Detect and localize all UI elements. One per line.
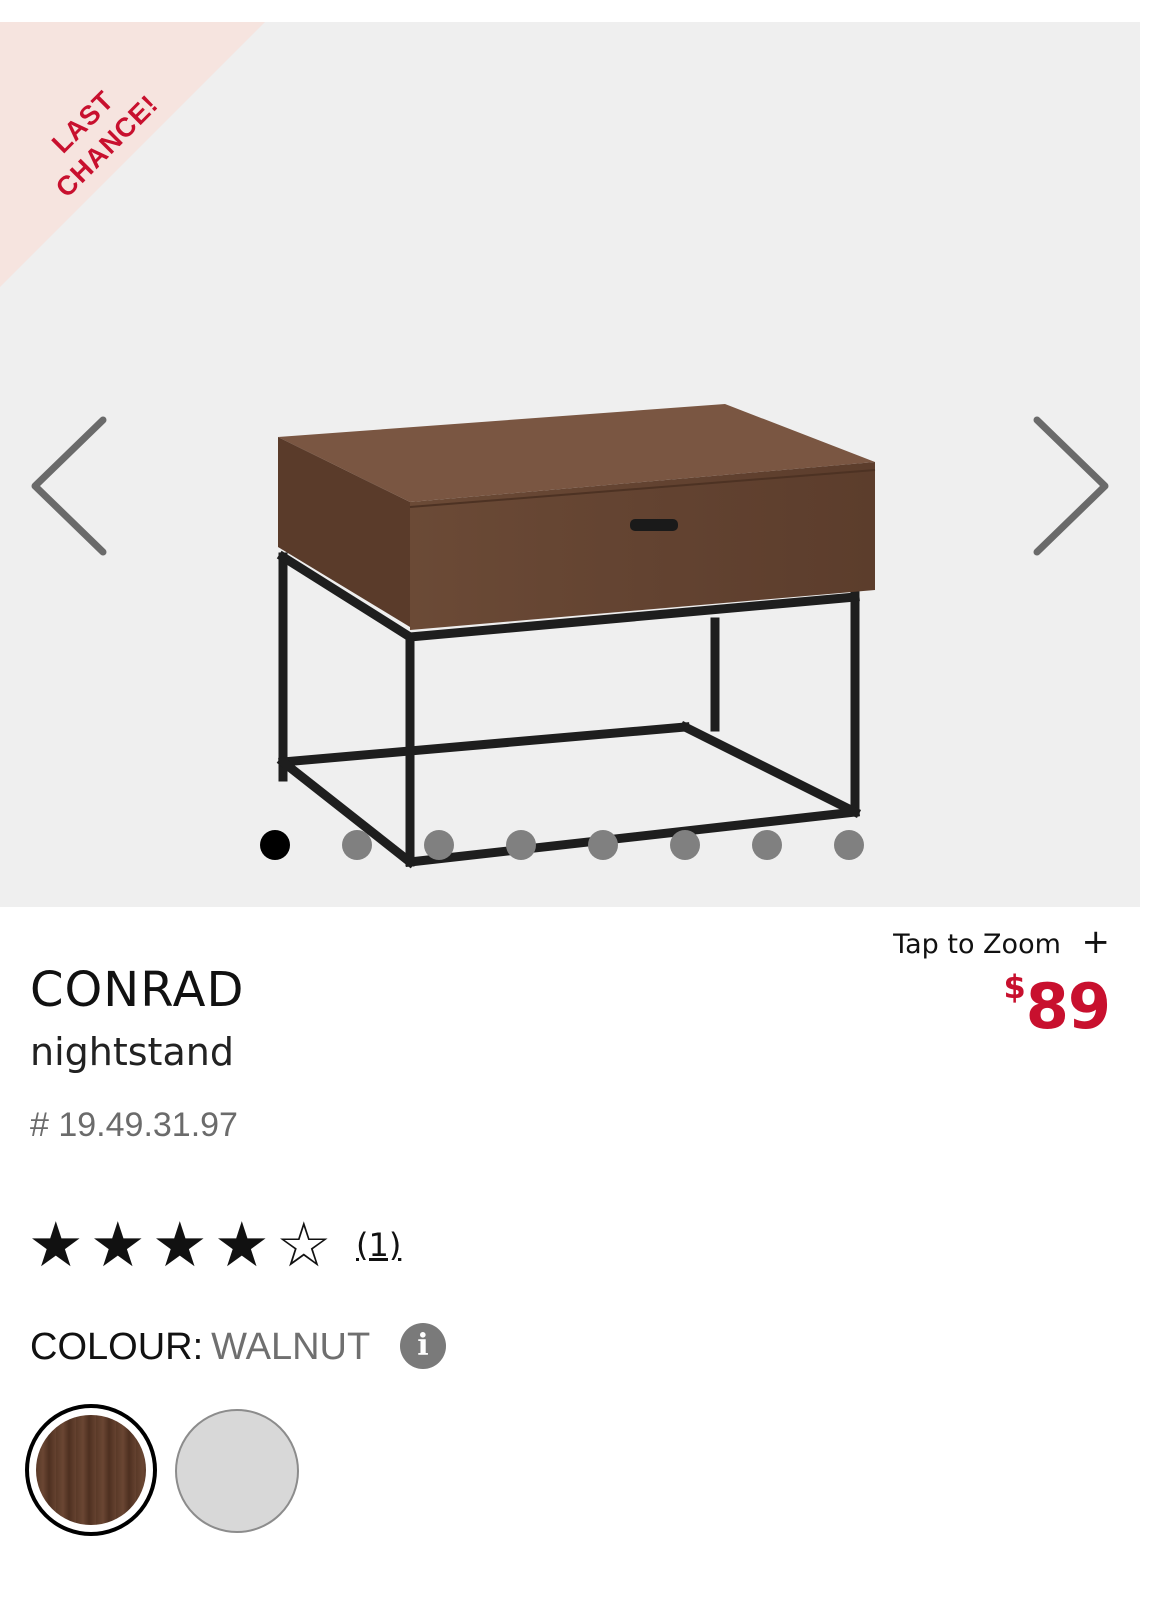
product-type: nightstand	[30, 1030, 234, 1074]
colour-selection: COLOUR: WALNUT	[30, 1326, 370, 1369]
tap-to-zoom-button[interactable]: Tap to Zoom +	[870, 922, 1110, 962]
swatch-walnut[interactable]	[25, 1404, 157, 1536]
price-currency: $	[1003, 968, 1026, 1006]
review-count-link[interactable]: (1)	[356, 1226, 401, 1264]
star-filled-icon: ★	[90, 1208, 146, 1281]
pagination-dot[interactable]	[424, 830, 454, 860]
pagination-dot[interactable]	[834, 830, 864, 860]
product-name: CONRAD	[30, 962, 245, 1018]
tap-to-zoom-label: Tap to Zoom	[893, 929, 1061, 960]
next-image-arrow-icon[interactable]	[1025, 414, 1115, 564]
swatch-grey[interactable]	[175, 1409, 299, 1533]
star-filled-icon: ★	[28, 1208, 84, 1281]
pagination-dot[interactable]	[670, 830, 700, 860]
pagination-dot[interactable]	[260, 830, 290, 860]
star-filled-icon: ★	[214, 1208, 270, 1281]
pagination-dot[interactable]	[342, 830, 372, 860]
info-icon[interactable]: i	[400, 1323, 446, 1369]
product-image-nightstand[interactable]	[265, 382, 905, 872]
pagination-dot[interactable]	[506, 830, 536, 860]
price-amount: 89	[1025, 970, 1111, 1043]
star-empty-icon: ☆	[276, 1208, 332, 1281]
colour-label: COLOUR:	[30, 1326, 204, 1368]
image-pagination-dots	[0, 830, 1140, 862]
colour-selected-value: WALNUT	[211, 1326, 371, 1368]
plus-icon: +	[1081, 922, 1111, 962]
swatch-walnut-fill	[36, 1415, 146, 1525]
previous-image-arrow-icon[interactable]	[25, 414, 115, 564]
product-price: $89	[900, 968, 1111, 1043]
pagination-dot[interactable]	[752, 830, 782, 860]
star-filled-icon: ★	[152, 1208, 208, 1281]
product-sku: # 19.49.31.97	[30, 1106, 238, 1144]
pagination-dot[interactable]	[588, 830, 618, 860]
product-gallery[interactable]: LAST CHANCE!	[0, 22, 1140, 907]
